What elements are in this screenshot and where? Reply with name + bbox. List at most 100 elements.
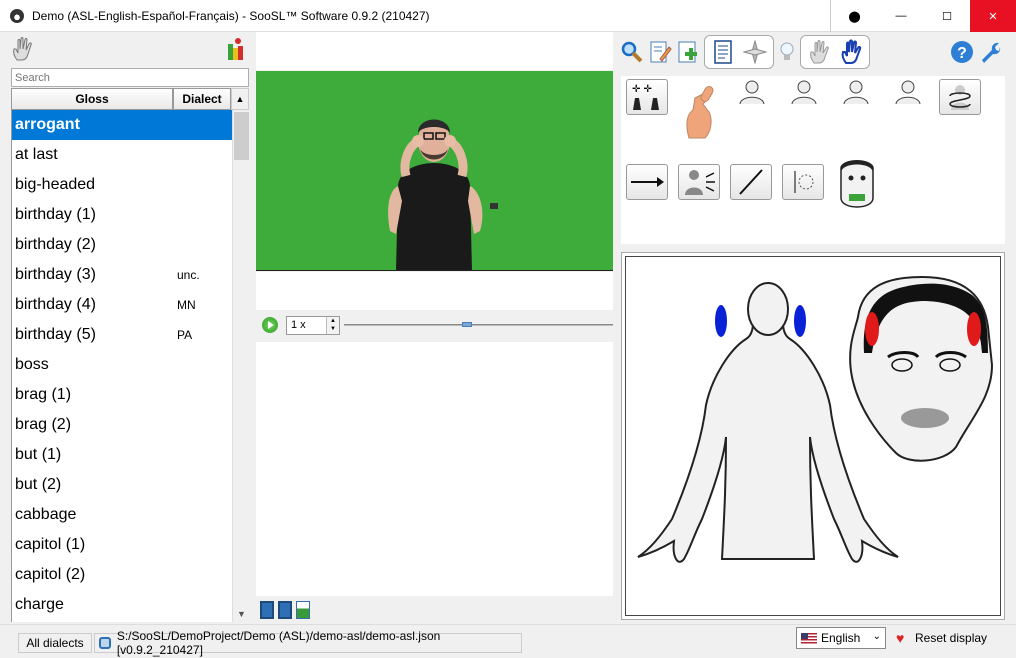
video-position-slider[interactable] <box>344 322 613 327</box>
gloss-row[interactable]: arrogant <box>12 110 232 140</box>
gloss-row[interactable]: capitol (2) <box>12 560 232 590</box>
location-head-icon[interactable] <box>737 78 767 106</box>
help-icon[interactable]: ? <box>950 38 974 66</box>
hand-icon[interactable] <box>10 36 36 62</box>
gloss-row[interactable]: cabbage <box>12 500 232 530</box>
circular-movement-icon[interactable] <box>782 164 824 200</box>
maximize-button[interactable]: ☐ <box>924 0 970 32</box>
main-window: Gloss Dialect ▲ arrogant at last big-heade… <box>0 32 1016 658</box>
project-path-text: S:/SooSL/DemoProject/Demo (ASL)/demo-asl… <box>116 629 441 657</box>
all-dialects-button[interactable]: All dialects <box>18 633 92 653</box>
picture-icon[interactable] <box>296 601 310 619</box>
gloss-row[interactable]: but (2) <box>12 470 232 500</box>
slider-handle[interactable] <box>462 322 472 327</box>
left-toolbar <box>8 32 250 66</box>
gloss-text: capitol (2) <box>15 566 86 583</box>
video-strip-icon[interactable] <box>260 601 274 619</box>
contact-movement-icon[interactable] <box>678 164 720 200</box>
scroll-up-icon[interactable]: ▲ <box>231 88 249 110</box>
signer-figure <box>388 119 498 270</box>
gloss-row[interactable]: boss <box>12 350 232 380</box>
gloss-text: birthday (2) <box>15 236 96 253</box>
document-view-icon[interactable] <box>709 38 737 66</box>
search-input[interactable] <box>11 68 249 87</box>
gloss-text: charge <box>15 596 64 613</box>
video-controls: 1 x ▲ ▼ <box>256 312 613 338</box>
mouth-nonmanual-icon[interactable] <box>833 158 881 216</box>
sentence-video-icon[interactable] <box>278 601 292 619</box>
gloss-text: boss <box>15 356 49 373</box>
lightbulb-icon[interactable] <box>778 38 796 66</box>
gloss-text: but (2) <box>15 476 62 493</box>
rotation-movement-icon[interactable] <box>939 79 981 115</box>
left-location-mark <box>715 305 727 337</box>
gloss-row[interactable]: but (1) <box>12 440 232 470</box>
dialect-text: unc. <box>177 268 200 282</box>
gloss-text: brag (1) <box>15 386 72 403</box>
sign-video[interactable] <box>256 71 613 271</box>
language-value: English <box>821 631 861 645</box>
two-hands-movement-icon[interactable]: ✛ ✛ <box>626 79 668 115</box>
speed-spinbox[interactable]: 1 x ▲ ▼ <box>286 315 340 335</box>
gloss-row[interactable]: birthday (3) unc. <box>12 260 232 290</box>
media-toolbar <box>256 598 613 622</box>
app-icon <box>10 8 24 23</box>
gloss-row[interactable]: birthday (2) <box>12 230 232 260</box>
status-bar: All dialects S:/SooSL/DemoProject/Demo (… <box>0 624 1016 658</box>
hand-mode-group <box>800 35 870 69</box>
lock-icon[interactable] <box>99 637 111 649</box>
custom-window-icon[interactable]: ⬤ <box>830 0 878 32</box>
language-select[interactable]: English ⌄ <box>796 627 886 649</box>
gray-hand-icon[interactable] <box>805 38 833 66</box>
gloss-row[interactable]: capitol (1) <box>12 530 232 560</box>
location-body-icon[interactable] <box>841 78 871 106</box>
gloss-row[interactable]: brag (2) <box>12 410 232 440</box>
svg-text:✛ ✛: ✛ ✛ <box>632 84 653 95</box>
scrollbar-thumb[interactable] <box>234 112 249 160</box>
speed-spin-arrows-icon[interactable]: ▲ ▼ <box>326 316 339 334</box>
straight-movement-icon[interactable] <box>626 164 668 200</box>
diagonal-movement-icon[interactable] <box>730 164 772 200</box>
window-controls: ⬤ — ☐ ✕ <box>830 0 1016 32</box>
gloss-text: birthday (1) <box>15 206 96 223</box>
edit-icon[interactable] <box>648 38 672 66</box>
location-face-icon[interactable] <box>789 78 819 106</box>
body-location-area <box>621 252 1005 620</box>
minimize-button[interactable]: — <box>878 0 924 32</box>
play-icon[interactable] <box>262 317 278 333</box>
reset-display-button[interactable]: ♥ Reset display <box>892 627 992 649</box>
new-sign-icon[interactable] <box>676 38 700 66</box>
blue-hand-icon[interactable] <box>837 38 865 66</box>
gloss-row[interactable]: charge <box>12 590 232 620</box>
gloss-row[interactable]: brag (1) <box>12 380 232 410</box>
close-button[interactable]: ✕ <box>970 0 1016 32</box>
gloss-row[interactable]: birthday (1) <box>12 200 232 230</box>
gloss-row[interactable]: at last <box>12 140 232 170</box>
compass-icon[interactable] <box>741 38 769 66</box>
project-path: S:/SooSL/DemoProject/Demo (ASL)/demo-asl… <box>94 629 522 657</box>
gloss-text: big-headed <box>15 176 96 193</box>
title-bar: Demo (ASL-English-Español-Français) - So… <box>0 0 1016 32</box>
dialect-column-header[interactable]: Dialect <box>173 88 231 110</box>
gloss-list-scrollbar[interactable]: ▼ <box>232 110 249 622</box>
filter-tags-icon[interactable] <box>226 36 244 62</box>
parameter-panel: ✛ ✛ <box>621 76 1005 244</box>
location-neutral-icon[interactable] <box>893 78 923 106</box>
dialect-text: MN <box>177 298 196 312</box>
gloss-row[interactable]: birthday (5) PA <box>12 320 232 350</box>
handshape-image[interactable] <box>679 78 725 144</box>
gloss-text: but (1) <box>15 446 62 463</box>
magnifier-icon[interactable] <box>620 38 644 66</box>
gloss-text: birthday (4) <box>15 296 96 313</box>
wrench-icon[interactable] <box>978 38 1002 66</box>
gloss-text: at last <box>15 146 58 163</box>
gloss-row[interactable]: big-headed <box>12 170 232 200</box>
scroll-down-icon[interactable]: ▼ <box>233 606 250 622</box>
body-diagram-svg <box>637 275 994 563</box>
body-location-diagram[interactable] <box>625 256 1001 616</box>
gloss-column-header[interactable]: Gloss <box>11 88 173 110</box>
reset-display-label: Reset display <box>915 631 988 645</box>
gloss-text: birthday (3) <box>15 266 96 283</box>
gloss-text: capitol (1) <box>15 536 86 553</box>
gloss-row[interactable]: birthday (4) MN <box>12 290 232 320</box>
